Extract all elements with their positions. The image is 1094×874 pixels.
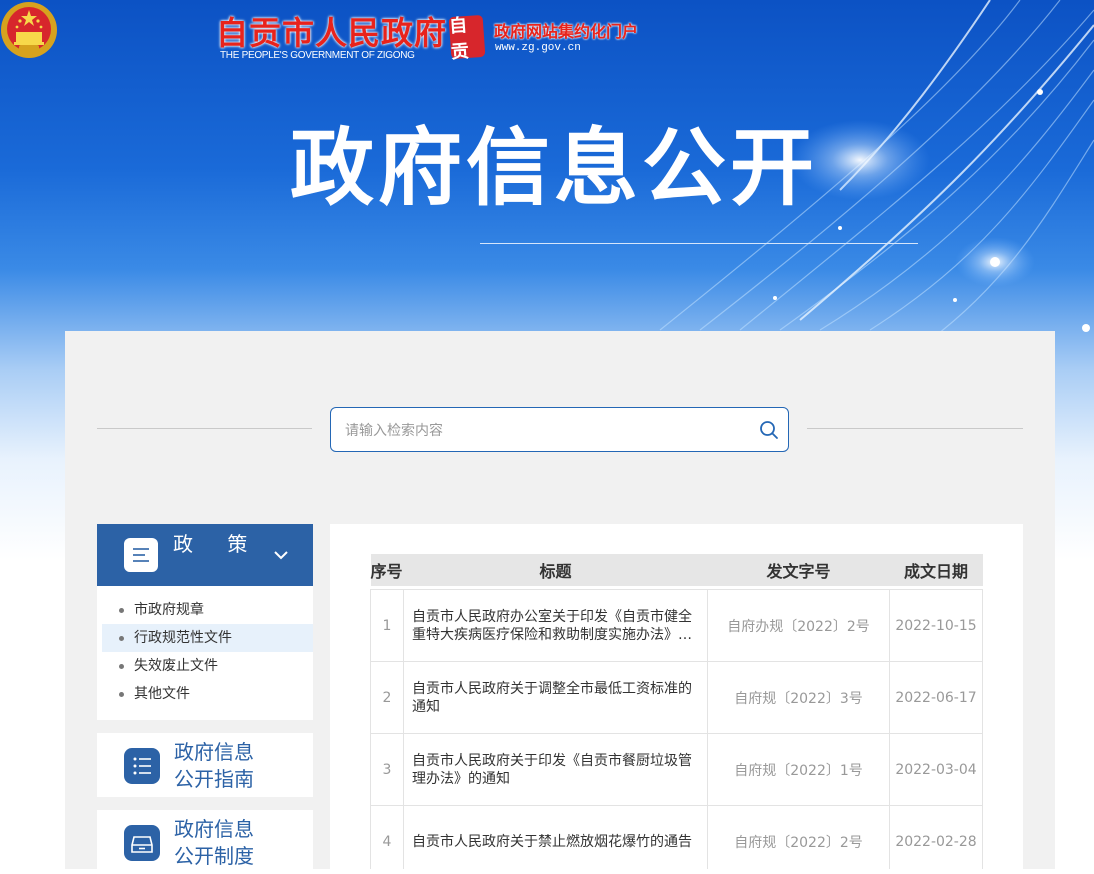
row-title-link[interactable]: 自贡市人民政府关于禁止燃放烟花爆竹的通告 — [403, 805, 708, 869]
chevron-down-icon[interactable] — [273, 549, 289, 561]
column-header-date: 成文日期 — [889, 554, 983, 586]
sidebar-card-label: 政府信息 公开制度 — [174, 817, 254, 868]
table-row[interactable]: 4 自贡市人民政府关于禁止燃放烟花爆竹的通告 自府规〔2022〕2号 2022-… — [370, 805, 983, 869]
title-underline — [480, 243, 918, 244]
sidebar-item-normative-documents[interactable]: 行政规范性文件 — [102, 624, 313, 652]
divider — [807, 428, 1023, 429]
portal-url: www.zg.gov.cn — [495, 42, 581, 54]
main-panel: 政 策 市政府规章 行政规范性文件 失效废止文件 其他文件 — [65, 331, 1055, 874]
row-number: 2 — [370, 661, 404, 734]
table-row[interactable]: 2 自贡市人民政府关于调整全市最低工资标准的通知 自府规〔2022〕3号 202… — [370, 661, 983, 734]
menu-lines-icon — [124, 538, 158, 572]
document-list-panel: 序号 标题 发文字号 成文日期 1 自贡市人民政府办公室关于印发《自贡市健全重特… — [330, 524, 1023, 869]
zigong-badge-icon: 自贡 — [449, 14, 486, 63]
row-number: 3 — [370, 733, 404, 806]
archive-box-icon — [124, 825, 160, 861]
list-icon — [124, 748, 160, 784]
row-title-link[interactable]: 自贡市人民政府关于印发《自贡市餐厨垃圾管理办法》的通知 — [403, 733, 708, 806]
row-doc-number: 自府规〔2022〕3号 — [707, 661, 890, 734]
column-header-doc-number: 发文字号 — [707, 554, 890, 586]
row-date: 2022-06-17 — [889, 661, 983, 734]
row-number: 4 — [370, 805, 404, 869]
documents-table: 序号 标题 发文字号 成文日期 1 自贡市人民政府办公室关于印发《自贡市健全重特… — [370, 554, 983, 869]
row-title-link[interactable]: 自贡市人民政府关于调整全市最低工资标准的通知 — [403, 661, 708, 734]
sidebar-section-header[interactable]: 政 策 — [97, 524, 313, 586]
sidebar-section-title: 政 策 — [173, 532, 262, 556]
national-emblem-icon — [1, 2, 57, 58]
table-header-row: 序号 标题 发文字号 成文日期 — [370, 554, 983, 586]
row-doc-number: 自府办规〔2022〕2号 — [707, 589, 890, 662]
sidebar-item-invalidated-documents[interactable]: 失效废止文件 — [102, 652, 313, 680]
page-title: 政府信息公开 — [290, 119, 819, 217]
divider — [97, 428, 312, 429]
sidebar-card-label: 政府信息 公开指南 — [174, 740, 254, 791]
row-doc-number: 自府规〔2022〕1号 — [707, 733, 890, 806]
sidebar: 政 策 市政府规章 行政规范性文件 失效废止文件 其他文件 政府信息 公开指南 … — [97, 524, 313, 874]
sidebar-list: 市政府规章 行政规范性文件 失效废止文件 其他文件 — [97, 586, 313, 720]
sidebar-card-guide[interactable]: 政府信息 公开指南 — [97, 733, 313, 797]
row-date: 2022-02-28 — [889, 805, 983, 869]
row-date: 2022-03-04 — [889, 733, 983, 806]
row-number: 1 — [370, 589, 404, 662]
site-name: 自贡市人民政府 — [216, 14, 448, 52]
table-row[interactable]: 1 自贡市人民政府办公室关于印发《自贡市健全重特大疾病医疗保险和救助制度实施办法… — [370, 589, 983, 662]
row-doc-number: 自府规〔2022〕2号 — [707, 805, 890, 869]
portal-name: 政府网站集约化门户 — [494, 22, 639, 41]
column-header-title: 标题 — [403, 554, 708, 586]
sidebar-item-municipal-rules[interactable]: 市政府规章 — [102, 596, 313, 624]
site-name-english: THE PEOPLE'S GOVERNMENT OF ZIGONG — [220, 50, 415, 61]
table-row[interactable]: 3 自贡市人民政府关于印发《自贡市餐厨垃圾管理办法》的通知 自府规〔2022〕1… — [370, 733, 983, 806]
row-title-link[interactable]: 自贡市人民政府办公室关于印发《自贡市健全重特大疾病医疗保险和救助制度实施办法》… — [403, 589, 708, 662]
column-header-number: 序号 — [370, 554, 404, 586]
search-icon[interactable] — [759, 420, 779, 440]
row-date: 2022-10-15 — [889, 589, 983, 662]
sidebar-card-system[interactable]: 政府信息 公开制度 — [97, 810, 313, 874]
sidebar-item-other-documents[interactable]: 其他文件 — [102, 680, 313, 708]
search-bar — [330, 407, 789, 452]
search-input[interactable] — [343, 418, 747, 444]
